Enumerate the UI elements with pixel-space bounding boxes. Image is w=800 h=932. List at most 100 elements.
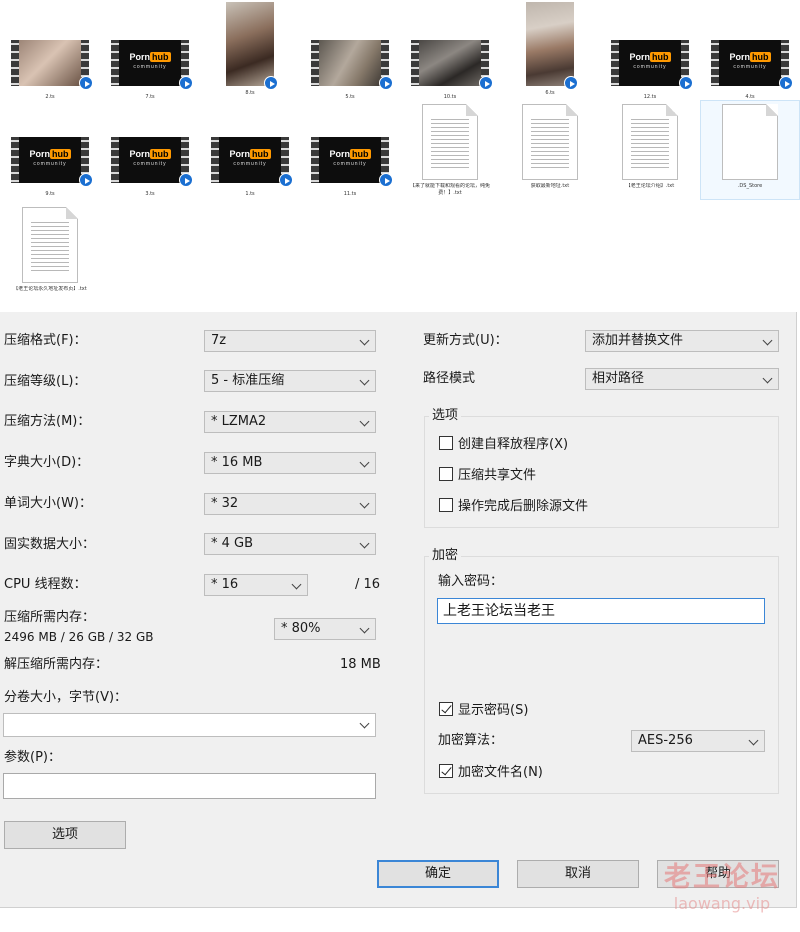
options-button[interactable]: 选项 [4, 821, 126, 849]
media-player-icon [79, 76, 93, 90]
video-thumbnail [411, 40, 493, 90]
word-size-select[interactable]: * 32 [204, 493, 376, 515]
cancel-button[interactable]: 取消 [517, 860, 639, 888]
video-thumbnail: Porn hub community [311, 137, 393, 187]
file-name: 【老王论坛永久地址发布页】.txt [13, 286, 87, 292]
checkbox-icon [439, 467, 453, 481]
logo-icon: Porn hub community [129, 52, 171, 70]
checkbox-icon [439, 436, 453, 450]
media-player-icon [179, 173, 193, 187]
chevron-down-icon [359, 375, 370, 386]
file-item[interactable]: .DS_Store [700, 100, 800, 200]
file-name: 1.ts [245, 191, 255, 197]
encryption-group-title: 加密 [429, 548, 462, 564]
threads-select[interactable]: * 16 [204, 574, 308, 596]
chevron-down-icon [359, 416, 370, 427]
parameters-input[interactable] [3, 773, 376, 799]
media-player-icon [379, 76, 393, 90]
show-password-checkbox[interactable]: 显示密码(S) [439, 702, 528, 720]
file-item[interactable]: 【老王论坛介绍】.txt [606, 104, 694, 190]
chevron-down-icon [748, 735, 759, 746]
media-player-icon [264, 76, 278, 90]
media-player-icon [179, 76, 193, 90]
blank-file-icon [722, 104, 778, 180]
logo-icon: Porn hub community [729, 52, 771, 70]
chevron-down-icon [762, 335, 773, 346]
decompress-memory-label: 解压缩所需内存： [4, 657, 109, 672]
video-thumbnail [11, 40, 93, 90]
volume-size-input[interactable] [3, 713, 376, 737]
file-item[interactable]: Porn hub community 4.ts [706, 40, 794, 101]
solid-size-select[interactable]: * 4 GB [204, 533, 376, 555]
checkbox-checked-icon [439, 702, 453, 716]
file-name: 获取最新地址.txt [530, 183, 570, 189]
level-label: 压缩等级(L)： [4, 374, 87, 389]
file-browser: 2.ts Porn hub community 7.ts 8.ts 5.ts 10. [0, 0, 800, 312]
file-item[interactable]: 获取最新地址.txt [506, 104, 594, 190]
chevron-down-icon [359, 498, 370, 509]
media-player-icon [779, 76, 793, 90]
video-thumbnail [526, 2, 578, 90]
file-item[interactable]: Porn hub community 7.ts [106, 40, 194, 101]
chevron-down-icon [762, 373, 773, 384]
volume-size-label: 分卷大小，字节(V)： [4, 690, 128, 705]
level-select[interactable]: 5 - 标准压缩 [204, 370, 376, 392]
compress-memory-detail: 2496 MB / 26 GB / 32 GB [4, 630, 154, 644]
format-select[interactable]: 7z [204, 330, 376, 352]
file-item[interactable]: 【来了就能下载和观看的论坛，纯免费！】.txt [402, 104, 498, 197]
file-item[interactable]: 【老王论坛永久地址发布页】.txt [6, 207, 94, 293]
file-name: 7.ts [145, 94, 155, 100]
text-file-icon [422, 104, 478, 180]
password-input[interactable]: 上老王论坛当老王 [437, 598, 765, 624]
options-group-title: 选项 [429, 408, 462, 424]
delete-after-checkbox[interactable]: 操作完成后删除源文件 [439, 498, 588, 516]
file-name: 10.ts [443, 94, 457, 100]
file-item[interactable]: Porn hub community 12.ts [606, 40, 694, 101]
file-item[interactable]: 8.ts [206, 2, 294, 97]
media-player-icon [279, 173, 293, 187]
file-item[interactable]: Porn hub community 1.ts [206, 137, 294, 198]
checkbox-checked-icon [439, 764, 453, 778]
media-player-icon [79, 173, 93, 187]
dictionary-select[interactable]: * 16 MB [204, 452, 376, 474]
threads-label: CPU 线程数： [4, 577, 87, 592]
sfx-checkbox[interactable]: 创建自释放程序(X) [439, 436, 568, 454]
text-file-icon [522, 104, 578, 180]
video-thumbnail: Porn hub community [611, 40, 693, 90]
update-mode-select[interactable]: 添加并替换文件 [585, 330, 779, 352]
decompress-memory-value: 18 MB [340, 657, 381, 672]
file-name: 12.ts [643, 94, 657, 100]
file-item[interactable]: 2.ts [6, 40, 94, 101]
encryption-group [424, 556, 779, 794]
encryption-method-select[interactable]: AES-256 [631, 730, 765, 752]
file-item[interactable]: Porn hub community 9.ts [6, 137, 94, 198]
help-button[interactable]: 帮助 [657, 860, 779, 888]
solid-size-label: 固实数据大小： [4, 537, 96, 552]
encryption-method-label: 加密算法： [438, 733, 504, 748]
format-label: 压缩格式(F)： [4, 333, 87, 348]
dictionary-label: 字典大小(D)： [4, 455, 90, 470]
file-item[interactable]: Porn hub community 3.ts [106, 137, 194, 198]
media-player-icon [564, 76, 578, 90]
path-mode-select[interactable]: 相对路径 [585, 368, 779, 390]
file-item[interactable]: 5.ts [306, 40, 394, 101]
shared-files-checkbox[interactable]: 压缩共享文件 [439, 467, 536, 485]
media-player-icon [479, 76, 493, 90]
ok-button[interactable]: 确定 [377, 860, 499, 888]
chevron-down-icon [359, 457, 370, 468]
video-thumbnail [311, 40, 393, 90]
memory-usage-select[interactable]: * 80% [274, 618, 376, 640]
word-size-label: 单词大小(W)： [4, 496, 92, 511]
file-item[interactable]: Porn hub community 11.ts [306, 137, 394, 198]
file-item[interactable]: 6.ts [506, 2, 594, 97]
file-name: 3.ts [145, 191, 155, 197]
password-label: 输入密码： [438, 574, 504, 589]
file-name: 2.ts [45, 94, 55, 100]
method-select[interactable]: * LZMA2 [204, 411, 376, 433]
file-item[interactable]: 10.ts [406, 40, 494, 101]
parameters-label: 参数(P)： [4, 750, 61, 765]
file-name: .DS_Store [737, 183, 763, 189]
video-thumbnail: Porn hub community [711, 40, 793, 90]
media-player-icon [679, 76, 693, 90]
encrypt-names-checkbox[interactable]: 加密文件名(N) [439, 764, 543, 782]
